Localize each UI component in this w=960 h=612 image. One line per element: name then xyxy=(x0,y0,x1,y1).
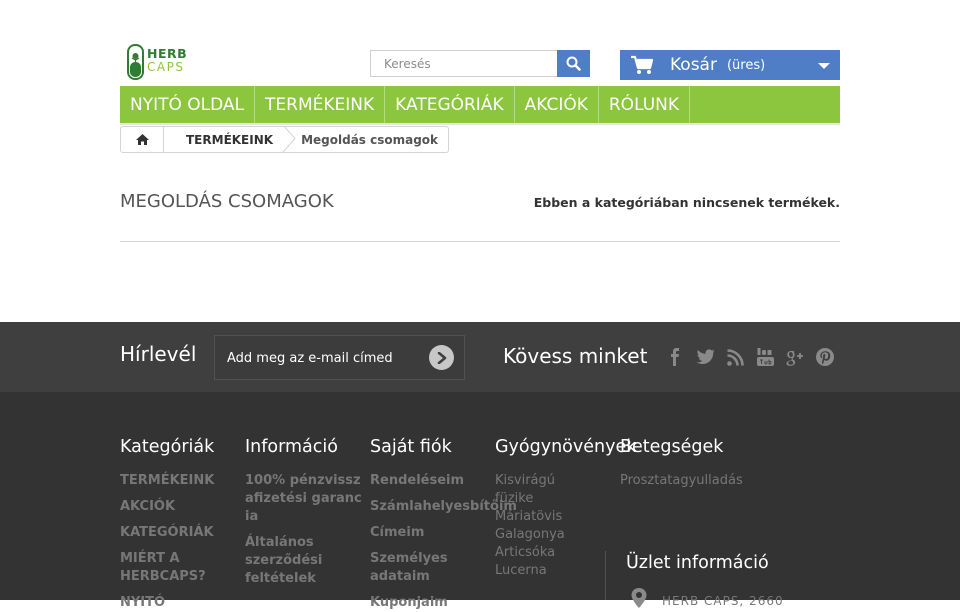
twitter-icon[interactable] xyxy=(694,346,716,368)
footer-link-herb-3[interactable]: Galagonya xyxy=(495,526,575,544)
facebook-icon[interactable] xyxy=(664,346,686,368)
footer-list-diseases: Prosztatagyulladás xyxy=(620,472,820,490)
menu-item-products[interactable]: TERMÉKEINK xyxy=(255,86,386,123)
footer-link-terms[interactable]: Általános szerződési feltételek xyxy=(245,534,345,588)
newsletter-field xyxy=(214,335,465,381)
footer-heading-information: Információ xyxy=(245,437,338,457)
logo-text-caps: CAPS xyxy=(147,60,185,74)
footer-heading-diseases: Betegségek xyxy=(620,437,724,457)
chevron-right-icon xyxy=(437,351,446,364)
footer-link-sales[interactable]: AKCIÓK xyxy=(120,498,240,516)
breadcrumb-item-current-label: Megoldás csomagok xyxy=(301,132,439,147)
page-title: MEGOLDÁS CSOMAGOK xyxy=(120,191,334,212)
follow-title: Kövess minket xyxy=(503,344,648,368)
footer-link-categories[interactable]: KATEGÓRIÁK xyxy=(120,524,240,542)
footer-list-herbs: Kisvirágú füzike Máriatövis Galagonya Ar… xyxy=(495,472,575,580)
content-divider xyxy=(120,241,840,242)
shop-info-title: Üzlet információ xyxy=(626,553,769,573)
shop-info-divider xyxy=(605,551,606,600)
cart-status: (üres) xyxy=(726,57,766,73)
menu-item-sales[interactable]: AKCIÓK xyxy=(515,86,599,123)
search-icon xyxy=(566,56,581,71)
footer-link-herb-5[interactable]: Lucerna xyxy=(495,562,575,580)
search-input[interactable] xyxy=(371,51,557,76)
newsletter-title: Hírlevél xyxy=(120,342,197,366)
footer-link-personal-info[interactable]: Személyes adataim xyxy=(370,550,460,586)
footer-link-products[interactable]: TERMÉKEINK xyxy=(120,472,240,490)
footer-heading-herbs: Gyógynövények xyxy=(495,437,637,457)
footer-link-money-back[interactable]: 100% pénzvisszafizetési garancia xyxy=(245,472,363,526)
footer-link-disease-1[interactable]: Prosztatagyulladás xyxy=(620,472,820,490)
breadcrumb-separator xyxy=(282,127,296,152)
store-logo[interactable]: HERB CAPS xyxy=(127,44,197,80)
logo-text-herb: HERB xyxy=(147,46,188,61)
youtube-icon[interactable] xyxy=(754,346,776,368)
cart-label: Kosár xyxy=(670,55,717,75)
breadcrumb-item-products[interactable]: TERMÉKEINK xyxy=(164,127,285,152)
footer-link-herb-1[interactable]: Kisvirágú füzike xyxy=(495,472,575,508)
footer-link-vouchers[interactable]: Kuponjaim xyxy=(370,594,520,612)
footer-link-home[interactable]: NYITÓ xyxy=(120,594,240,612)
search-box xyxy=(370,50,558,77)
cart-button[interactable]: Kosár (üres) xyxy=(620,50,840,80)
breadcrumb-home[interactable] xyxy=(121,127,164,152)
shop-info-address: HERB CAPS, 2660 xyxy=(662,594,784,608)
chevron-down-icon xyxy=(818,63,830,69)
breadcrumb: TERMÉKEINK Megoldás csomagok xyxy=(120,126,450,153)
footer-link-money-back-label: 100% pénzvisszafizetési garancia xyxy=(245,473,362,524)
home-icon xyxy=(135,134,149,145)
footer-list-information: 100% pénzvisszafizetési garancia Általán… xyxy=(245,472,363,588)
footer-link-herb-4[interactable]: Articsóka xyxy=(495,544,575,562)
cart-icon xyxy=(631,55,654,74)
footer-link-herb-2[interactable]: Máriatövis xyxy=(495,508,575,526)
empty-category-message: Ebben a kategóriában nincsenek termékek. xyxy=(533,195,840,210)
footer-heading-my-account: Saját fiók xyxy=(370,437,452,457)
footer-link-why-herbcaps[interactable]: MIÉRT A HERBCAPS? xyxy=(120,550,220,586)
menu-item-home[interactable]: NYITÓ OLDAL xyxy=(120,86,256,123)
search-button[interactable] xyxy=(557,50,590,77)
footer-list-categories: TERMÉKEINK AKCIÓK KATEGÓRIÁK MIÉRT A HER… xyxy=(120,472,240,612)
menu-item-categories[interactable]: KATEGÓRIÁK xyxy=(385,86,515,123)
rss-icon[interactable] xyxy=(724,346,746,368)
breadcrumb-item-current: Megoldás csomagok xyxy=(297,127,448,152)
footer-heading-categories: Kategóriák xyxy=(120,437,215,457)
pinterest-icon[interactable] xyxy=(814,346,836,368)
google-plus-icon[interactable] xyxy=(784,346,806,368)
main-menu: NYITÓ OLDAL TERMÉKEINK KATEGÓRIÁK AKCIÓK… xyxy=(120,86,840,125)
newsletter-submit-button[interactable] xyxy=(429,345,454,370)
breadcrumb-item-products-label: TERMÉKEINK xyxy=(186,132,274,147)
map-marker-icon xyxy=(631,588,647,608)
newsletter-email-input[interactable] xyxy=(215,336,429,381)
menu-item-about[interactable]: RÓLUNK xyxy=(599,86,690,123)
